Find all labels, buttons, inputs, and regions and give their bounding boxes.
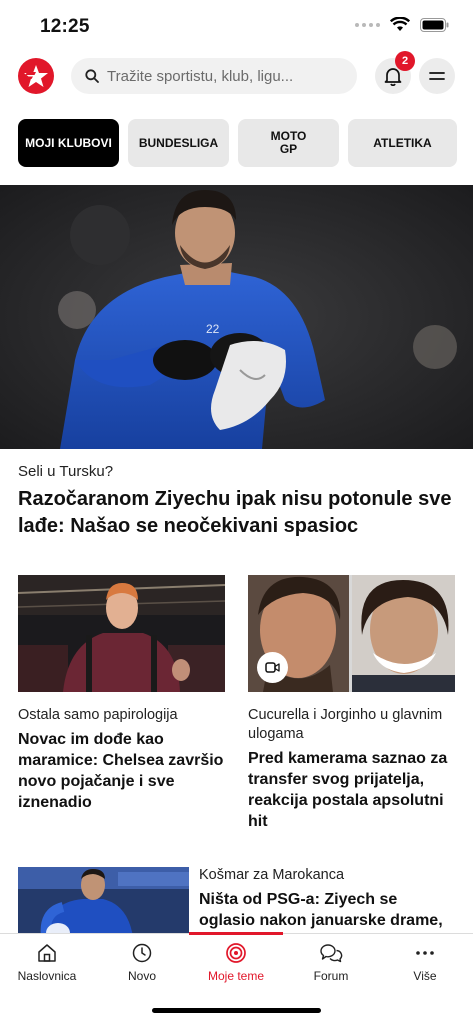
chip-atletika[interactable]: ATLETIKA xyxy=(348,119,457,167)
nav-label: Novo xyxy=(127,969,156,983)
nav-item-forum[interactable]: Forum xyxy=(284,942,378,983)
chip-bundesliga[interactable]: BUNDESLIGA xyxy=(128,119,229,167)
article-card[interactable]: Cucurella i Jorginho u glavnim ulogama P… xyxy=(248,575,455,832)
nav-item-moje-teme[interactable]: Moje teme xyxy=(189,942,283,983)
home-icon xyxy=(38,944,56,962)
status-time: 12:25 xyxy=(40,16,90,37)
search-icon xyxy=(85,69,99,83)
nav-label: Naslovnica xyxy=(17,969,77,983)
star-logo-icon xyxy=(24,65,48,87)
card-headline[interactable]: Pred kamerama saznao za transfer svog pr… xyxy=(248,748,455,832)
notifications-button[interactable]: 2 xyxy=(375,51,415,94)
app-header: 2 xyxy=(0,51,473,100)
nav-label: Forum xyxy=(313,969,349,983)
menu-button[interactable] xyxy=(419,58,455,94)
card-kicker: Cucurella i Jorginho u glavnim ulogama xyxy=(248,707,443,742)
video-camera-icon xyxy=(265,662,280,673)
article-card[interactable]: Ostala samo papirologija Novac im dođe k… xyxy=(18,575,225,813)
card-headline[interactable]: Novac im dođe kao maramice: Chelsea zavr… xyxy=(18,729,225,813)
article-card-image[interactable] xyxy=(248,575,455,692)
app-logo[interactable] xyxy=(18,58,54,94)
chat-icon xyxy=(320,944,343,963)
search-input[interactable] xyxy=(107,67,347,85)
search-box[interactable] xyxy=(71,58,357,94)
battery-icon xyxy=(420,17,449,32)
list-article[interactable]: Košmar za Marokanca Ništa od PSG-a: Ziye… xyxy=(18,867,458,937)
hero-headline[interactable]: Razočaranom Ziyechu ipak nisu potonule s… xyxy=(18,486,458,540)
status-bar: 12:25 xyxy=(0,0,473,50)
nav-label: Moje teme xyxy=(207,969,265,983)
nav-item-naslovnica[interactable]: Naslovnica xyxy=(0,942,94,983)
card-kicker: Ostala samo papirologija xyxy=(18,707,178,723)
video-badge xyxy=(257,652,288,683)
nav-item-vise[interactable]: Više xyxy=(378,942,472,983)
notification-count-badge: 2 xyxy=(395,51,415,71)
article-card-image[interactable] xyxy=(18,575,225,692)
card-photo xyxy=(18,575,225,692)
chip-moto-gp[interactable]: MOTO GP xyxy=(238,119,339,167)
chip-moji-klubovi[interactable]: MOJI KLUBOVI xyxy=(18,119,119,167)
list-article-image[interactable] xyxy=(18,867,189,937)
target-icon xyxy=(226,943,246,963)
active-tab-indicator xyxy=(189,932,283,935)
nav-label: Više xyxy=(413,969,437,983)
category-chips: MOJI KLUBOVI BUNDESLIGA MOTO GP ATLETIKA xyxy=(18,119,457,167)
list-photo xyxy=(18,867,189,937)
hero-kicker: Seli u Tursku? xyxy=(18,463,114,480)
hero-article-image[interactable]: 22 xyxy=(0,185,473,449)
hamburger-icon xyxy=(429,72,445,80)
clock-icon xyxy=(132,943,152,963)
list-article-kicker: Košmar za Marokanca xyxy=(199,867,345,883)
wifi-icon xyxy=(390,17,410,32)
status-icons xyxy=(355,17,449,32)
shirt-number: 22 xyxy=(206,322,220,336)
nav-item-novo[interactable]: Novo xyxy=(95,942,189,983)
signal-icon xyxy=(355,22,380,27)
home-indicator[interactable] xyxy=(152,1008,321,1013)
hero-photo: 22 xyxy=(0,185,473,449)
more-icon xyxy=(416,951,434,955)
list-article-headline[interactable]: Ništa od PSG-a: Ziyech se oglasio nakon … xyxy=(199,889,454,931)
